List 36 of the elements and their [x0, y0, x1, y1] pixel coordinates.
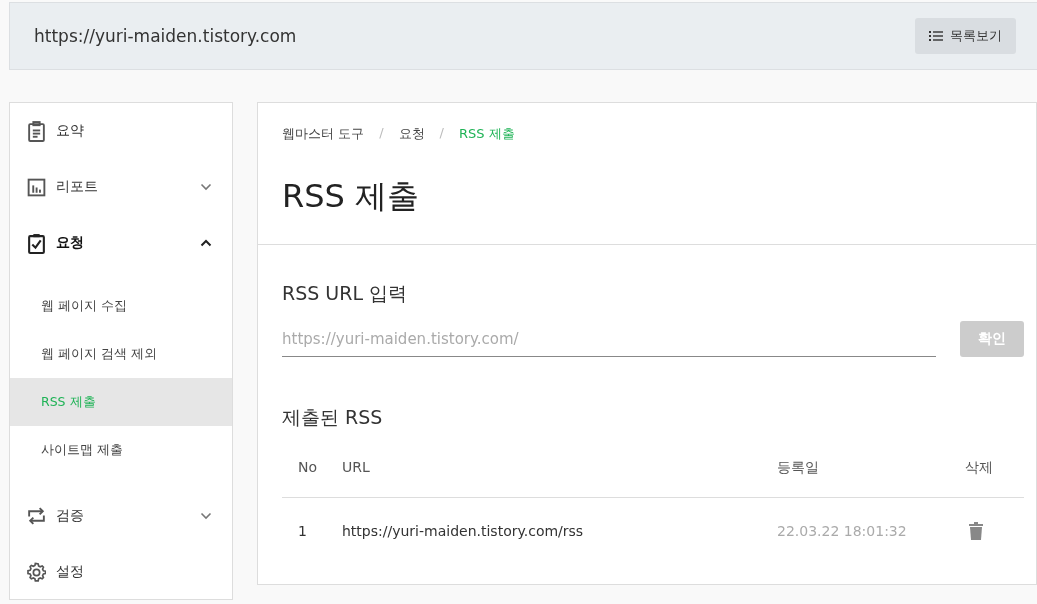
chevron-down-icon: [200, 183, 212, 191]
clipboard-icon: [27, 120, 46, 142]
sidebar-subitem[interactable]: 웹 페이지 검색 제외: [10, 330, 232, 378]
trash-icon: [968, 522, 983, 540]
section-heading: RSS URL 입력: [282, 281, 409, 306]
column-header: No: [297, 459, 319, 475]
site-url: https://yuri-maiden.tistory.com: [34, 26, 297, 46]
swap-arrows-icon: [27, 505, 46, 527]
breadcrumb-link[interactable]: 웹마스터 도구: [282, 125, 365, 143]
sidebar-subitem[interactable]: 웹 페이지 수집: [10, 282, 232, 330]
table-cell-text: https://yuri-maiden.tistory.com/rss: [342, 523, 585, 539]
chevron-up-icon: [200, 239, 212, 247]
table-cell-text: 1: [297, 523, 308, 539]
sidebar-item[interactable]: 설정: [10, 544, 232, 600]
chevron-down-icon: [200, 512, 212, 520]
table-cell-text: 22.03.22 18:01:32: [777, 523, 908, 539]
column-header: 등록일: [777, 459, 820, 477]
page-title: RSS 제출: [282, 176, 421, 217]
sidebar-subitem[interactable]: 사이트맵 제출: [10, 426, 232, 474]
gear-icon: [27, 561, 46, 583]
delete-button[interactable]: [966, 520, 985, 542]
column-header: URL: [342, 459, 371, 475]
list-button[interactable]: 목록보기: [915, 18, 1016, 54]
sidebar-item[interactable]: 요약: [10, 103, 232, 159]
breadcrumb-current: RSS 제출: [458, 125, 515, 143]
clipboard-check-icon: [27, 232, 46, 254]
sidebar-item[interactable]: 검증: [10, 488, 232, 544]
section-heading: 제출된 RSS: [282, 405, 384, 430]
breadcrumb-separator: /: [439, 125, 444, 142]
column-header: 삭제: [964, 459, 994, 477]
list-icon: [929, 30, 943, 42]
bar-chart-icon: [27, 176, 46, 198]
sidebar-item[interactable]: 리포트: [10, 159, 232, 215]
breadcrumb-link[interactable]: 요청: [398, 125, 425, 143]
breadcrumb-separator: /: [379, 125, 384, 142]
sidebar-item[interactable]: 요청: [10, 215, 232, 271]
